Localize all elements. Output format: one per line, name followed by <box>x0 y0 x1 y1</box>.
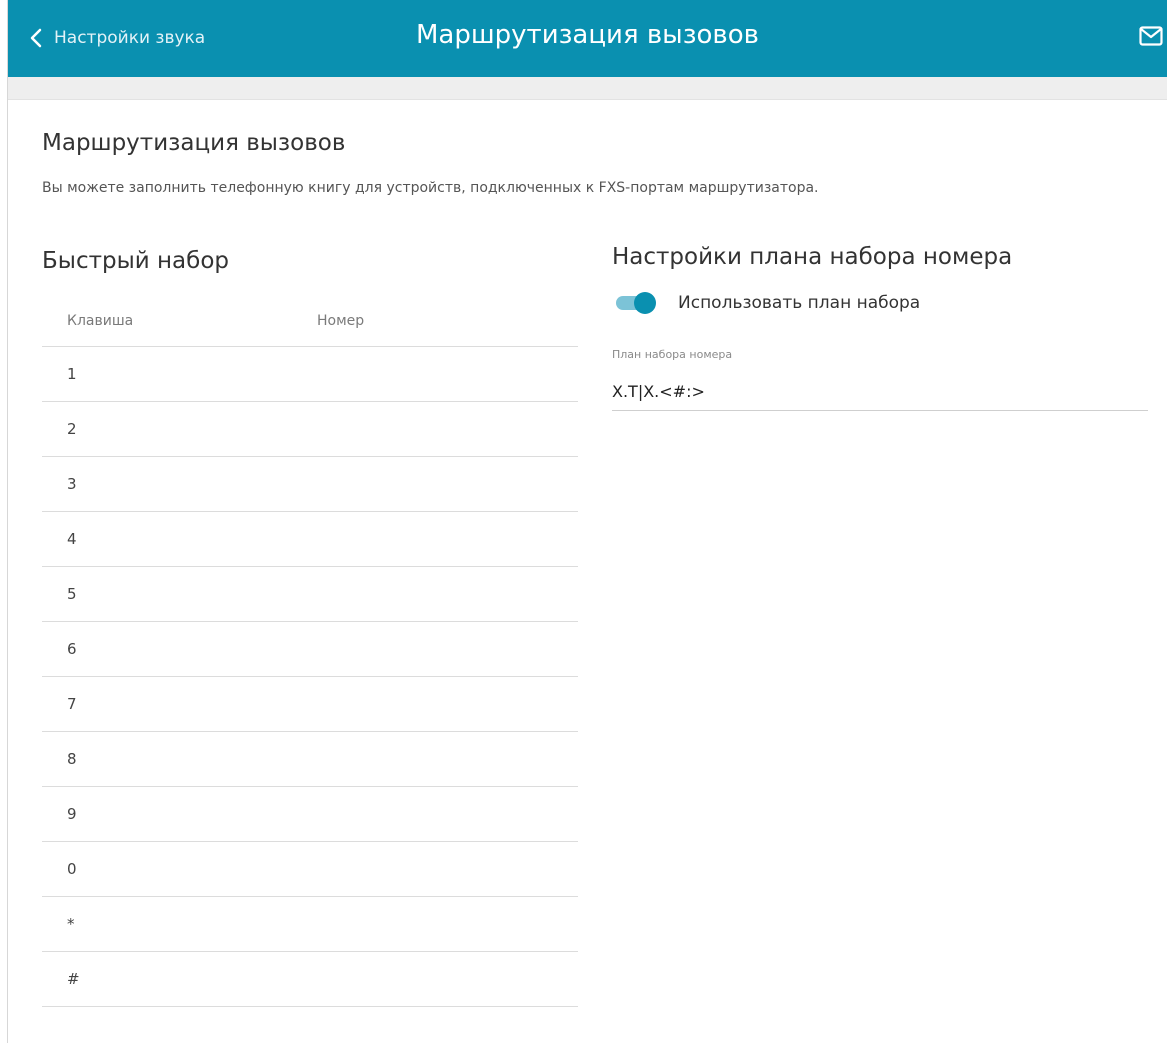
table-header: Клавиша Номер <box>42 296 578 347</box>
dial-plan-toggle-row: Использовать план набора <box>612 288 920 318</box>
header-bar: Настройки звука Маршрутизация вызовов <box>8 0 1167 77</box>
table-row[interactable]: * <box>42 897 578 952</box>
table-row[interactable]: 4 <box>42 512 578 567</box>
header-title: Маршрутизация вызовов <box>416 20 759 50</box>
row-key: 1 <box>67 365 77 383</box>
page-title: Маршрутизация вызовов <box>42 130 346 156</box>
row-key: 6 <box>67 640 77 658</box>
dial-plan-field[interactable]: План набора номера X.T|X.<#:> <box>612 346 1148 411</box>
row-key: 0 <box>67 860 77 878</box>
dial-plan-input[interactable]: X.T|X.<#:> <box>612 382 705 401</box>
row-key: 7 <box>67 695 77 713</box>
page-description: Вы можете заполнить телефонную книгу для… <box>42 180 819 196</box>
row-key: 5 <box>67 585 77 603</box>
row-key: * <box>67 915 75 933</box>
table-row[interactable]: # <box>42 952 578 1007</box>
dial-plan-title: Настройки плана набора номера <box>612 244 1013 270</box>
table-row[interactable]: 9 <box>42 787 578 842</box>
column-header-key: Клавиша <box>67 313 134 329</box>
speed-dial-table: Клавиша Номер 1 2 3 4 5 6 7 8 9 0 * # <box>42 296 578 1007</box>
table-row[interactable]: 8 <box>42 732 578 787</box>
dial-plan-field-label: План набора номера <box>612 348 733 361</box>
speed-dial-title: Быстрый набор <box>42 248 229 274</box>
row-key: 2 <box>67 420 77 438</box>
row-key: # <box>67 970 80 988</box>
row-key: 9 <box>67 805 77 823</box>
toggle-label: Использовать план набора <box>678 293 921 313</box>
row-key: 4 <box>67 530 77 548</box>
row-key: 3 <box>67 475 77 493</box>
table-row[interactable]: 1 <box>42 347 578 402</box>
table-row[interactable]: 6 <box>42 622 578 677</box>
table-row[interactable]: 5 <box>42 567 578 622</box>
table-row[interactable]: 2 <box>42 402 578 457</box>
table-row[interactable]: 3 <box>42 457 578 512</box>
table-row[interactable]: 0 <box>42 842 578 897</box>
table-body: 1 2 3 4 5 6 7 8 9 0 * # <box>42 347 578 1007</box>
page: Настройки звука Маршрутизация вызовов Ма… <box>0 0 1167 1043</box>
subheader-bar <box>8 77 1167 100</box>
sidebar-edge <box>0 0 8 1043</box>
toggle-knob <box>634 292 656 314</box>
use-dial-plan-toggle[interactable] <box>612 289 660 317</box>
row-key: 8 <box>67 750 77 768</box>
mail-icon[interactable] <box>1139 26 1163 50</box>
column-header-number: Номер <box>317 313 365 329</box>
table-row[interactable]: 7 <box>42 677 578 732</box>
